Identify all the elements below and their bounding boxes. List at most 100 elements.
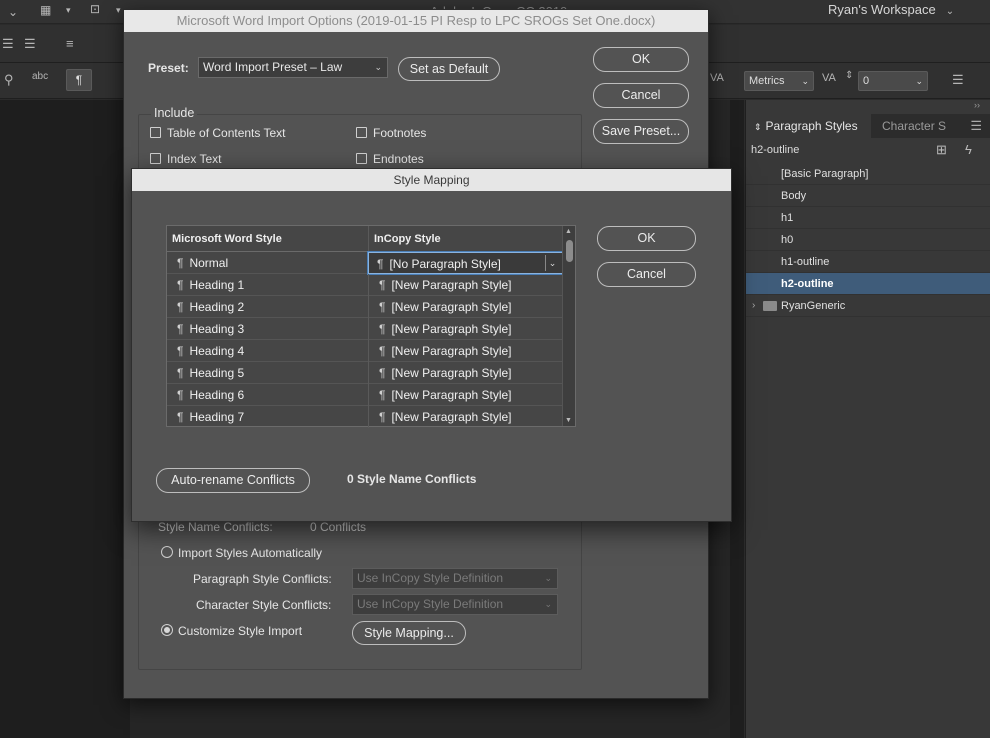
chevron-down-icon[interactable]: ▾ <box>66 6 71 15</box>
word-style-cell: ¶ Heading 1 <box>167 274 368 296</box>
ok-button[interactable]: OK <box>597 226 696 251</box>
stepper-icon[interactable]: ⇕ <box>845 71 853 81</box>
chevron-down-icon: ⌄ <box>915 76 923 86</box>
preset-select[interactable]: Word Import Preset – Law ⌄ <box>198 57 388 78</box>
chevron-down-icon: ⌄ <box>544 599 552 609</box>
incopy-style-dropdown[interactable]: ¶ [No Paragraph Style] ⌄ <box>368 252 563 274</box>
pilcrow-icon: ¶ <box>177 388 184 402</box>
style-item-label: Body <box>781 190 807 202</box>
chevron-down-icon: ⌄ <box>374 62 382 72</box>
style-item-h2-outline[interactable]: h2-outline <box>746 273 990 295</box>
ok-button[interactable]: OK <box>593 47 689 72</box>
scroll-up-icon[interactable]: ▲ <box>565 228 572 235</box>
table-row[interactable]: ¶ Heading 3 ¶ [New Paragraph Style] <box>167 318 563 340</box>
chevron-right-icon[interactable]: › <box>752 295 755 317</box>
para-conflicts-select[interactable]: Use InCopy Style Definition ⌄ <box>352 568 558 589</box>
paragraph-mode-button[interactable]: ¶ <box>66 69 92 91</box>
table-row[interactable]: ¶ Heading 5 ¶ [New Paragraph Style] <box>167 362 563 384</box>
pilcrow-icon: ¶ <box>177 300 184 314</box>
incopy-style-name: [New Paragraph Style] <box>391 410 512 424</box>
chevron-down-icon[interactable]: ⌄ <box>8 6 18 18</box>
chevron-down-icon[interactable]: ⌄ <box>545 255 559 271</box>
kerning-select[interactable]: Metrics ⌄ <box>744 71 814 91</box>
menu-icon[interactable]: ☰ <box>952 73 964 86</box>
align-left-icon[interactable]: ☰ <box>2 37 14 50</box>
style-name-conflicts-label: Style Name Conflicts: <box>158 520 273 534</box>
table-row[interactable]: ¶ Heading 2 ¶ [New Paragraph Style] <box>167 296 563 318</box>
preset-label: Preset: <box>148 61 189 75</box>
incopy-style-cell[interactable]: ¶ [New Paragraph Style] <box>368 384 563 406</box>
word-style-cell: ¶ Heading 4 <box>167 340 368 362</box>
lightning-icon[interactable]: ϟ <box>965 142 972 157</box>
incopy-style-cell[interactable]: ¶ [New Paragraph Style] <box>368 406 563 428</box>
style-item-basic-paragraph[interactable]: [Basic Paragraph] <box>746 163 990 185</box>
scroll-down-icon[interactable]: ▼ <box>565 417 572 424</box>
incopy-style-name: [New Paragraph Style] <box>391 366 512 380</box>
word-style-name: Heading 6 <box>189 388 245 402</box>
table-row[interactable]: ¶ Heading 6 ¶ [New Paragraph Style] <box>167 384 563 406</box>
set-as-default-button[interactable]: Set as Default <box>398 57 500 81</box>
spellcheck-icon[interactable]: abc <box>32 72 48 82</box>
table-row[interactable]: ¶ Heading 1 ¶ [New Paragraph Style] <box>167 274 563 296</box>
style-mapping-button[interactable]: Style Mapping... <box>352 621 466 645</box>
paragraph-styles-panel: ›› ⇕ Paragraph Styles Character S ☰ h2-ou… <box>745 100 990 738</box>
incopy-style-cell[interactable]: ¶ [New Paragraph Style] <box>368 274 563 296</box>
word-style-name: Heading 4 <box>189 344 245 358</box>
table-row[interactable]: ¶ Normal ¶ [No Paragraph Style] ⌄ <box>167 252 563 274</box>
save-preset-button[interactable]: Save Preset... <box>593 119 689 144</box>
customize-import-radio[interactable] <box>161 624 173 636</box>
pilcrow-icon: ¶ <box>177 366 184 380</box>
align-justify-icon[interactable]: ☰ <box>24 37 36 50</box>
auto-rename-conflicts-button[interactable]: Auto-rename Conflicts <box>156 468 310 493</box>
tab-label: Paragraph Styles <box>765 119 858 133</box>
workspace-switcher[interactable]: Ryan's Workspace ⌄ <box>828 2 954 17</box>
new-style-group-icon[interactable]: ⊞ <box>936 142 947 158</box>
word-style-cell: ¶ Heading 6 <box>167 384 368 406</box>
cancel-button[interactable]: Cancel <box>597 262 696 287</box>
conflicts-status: 0 Style Name Conflicts <box>347 472 477 486</box>
style-item-h0[interactable]: h0 <box>746 229 990 251</box>
pilcrow-icon: ¶ <box>379 278 386 292</box>
footnotes-checkbox[interactable] <box>356 127 367 138</box>
incopy-style-cell[interactable]: ¶ [New Paragraph Style] <box>368 340 563 362</box>
incopy-style-cell[interactable]: ¶ [New Paragraph Style] <box>368 362 563 384</box>
column-header-word-style: Microsoft Word Style <box>167 226 368 252</box>
char-conflicts-select[interactable]: Use InCopy Style Definition ⌄ <box>352 594 558 615</box>
screen-mode-icon[interactable]: ⊡ <box>90 3 100 15</box>
tracking-select[interactable]: 0 ⌄ <box>858 71 928 91</box>
toc-text-checkbox[interactable] <box>150 127 161 138</box>
include-label: Include <box>151 106 198 120</box>
frame-tool-icon[interactable]: ▦ <box>40 4 51 16</box>
style-item-label: h2-outline <box>781 278 834 290</box>
pilcrow-icon: ¶ <box>177 344 184 358</box>
incopy-style-cell[interactable]: ¶ [New Paragraph Style] <box>368 296 563 318</box>
style-group-ryangeneric[interactable]: › RyanGeneric <box>746 295 990 317</box>
table-scrollbar[interactable]: ▲ ▼ <box>562 226 575 426</box>
style-item-h1-outline[interactable]: h1-outline <box>746 251 990 273</box>
table-row[interactable]: ¶ Heading 4 ¶ [New Paragraph Style] <box>167 340 563 362</box>
char-conflicts-value: Use InCopy Style Definition <box>357 597 504 611</box>
search-icon[interactable]: ⚲ <box>4 73 14 86</box>
workspace-label: Ryan's Workspace <box>828 2 936 17</box>
table-row[interactable]: ¶ Heading 7 ¶ [New Paragraph Style] <box>167 406 563 428</box>
tab-paragraph-styles[interactable]: ⇕ Paragraph Styles <box>746 114 871 138</box>
endnotes-checkbox[interactable] <box>356 153 367 164</box>
incopy-style-name: [New Paragraph Style] <box>391 300 512 314</box>
footnotes-label: Footnotes <box>373 126 427 140</box>
style-item-label: [Basic Paragraph] <box>781 168 869 180</box>
chevron-down-icon[interactable]: ▾ <box>116 6 121 15</box>
index-text-checkbox[interactable] <box>150 153 161 164</box>
panel-menu-icon[interactable]: ☰ <box>970 118 982 134</box>
tab-character-styles[interactable]: Character S <box>874 114 954 138</box>
style-item-h1[interactable]: h1 <box>746 207 990 229</box>
scroll-thumb[interactable] <box>566 240 573 262</box>
style-item-body[interactable]: Body <box>746 185 990 207</box>
incopy-style-cell[interactable]: ¶ [New Paragraph Style] <box>368 318 563 340</box>
collapse-panel-icon[interactable]: ›› <box>974 100 980 110</box>
para-conflicts-value: Use InCopy Style Definition <box>357 571 504 585</box>
import-automatically-radio[interactable] <box>161 546 173 558</box>
incopy-style-name: [New Paragraph Style] <box>391 278 512 292</box>
incopy-style-name: [No Paragraph Style] <box>389 257 501 271</box>
cancel-button[interactable]: Cancel <box>593 83 689 108</box>
align-center-icon[interactable]: ≡ <box>66 37 74 50</box>
